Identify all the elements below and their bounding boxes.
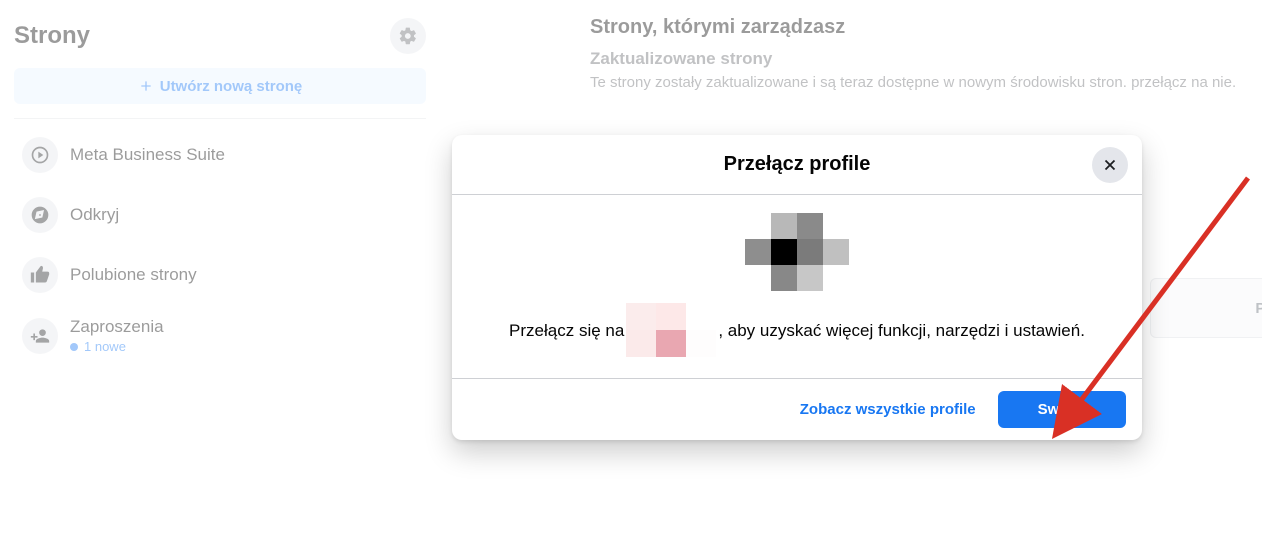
sidebar-item-label: Zaproszenia bbox=[70, 317, 164, 337]
compass-icon bbox=[22, 197, 58, 233]
sidebar-item-meta-business-suite[interactable]: Meta Business Suite bbox=[14, 127, 426, 183]
switch-profile-modal: Przełącz profile Przełącz się na bbox=[452, 135, 1142, 440]
sidebar-item-liked-pages[interactable]: Polubione strony bbox=[14, 247, 426, 303]
section-description: Te strony zostały zaktualizowane i są te… bbox=[590, 73, 1250, 93]
sidebar-item-sublabel: 1 nowe bbox=[70, 339, 164, 354]
modal-footer: Zobacz wszystkie profile Switch bbox=[452, 378, 1142, 440]
section-subtitle: Zaktualizowane strony bbox=[590, 49, 1262, 69]
notification-dot-icon bbox=[70, 343, 78, 351]
arrow-circle-icon bbox=[22, 137, 58, 173]
sidebar-item-label: Meta Business Suite bbox=[70, 145, 225, 165]
sidebar-item-invites[interactable]: Zaproszenia 1 nowe bbox=[14, 307, 426, 364]
sidebar-item-discover[interactable]: Odkryj bbox=[14, 187, 426, 243]
settings-button[interactable] bbox=[390, 18, 426, 54]
sidebar-item-label: Odkryj bbox=[70, 205, 119, 225]
switch-button[interactable]: Switch bbox=[998, 391, 1126, 428]
modal-description: Przełącz się na , aby uzyskać więcej fun… bbox=[509, 303, 1085, 358]
modal-header: Przełącz profile bbox=[452, 135, 1142, 195]
person-add-icon bbox=[22, 318, 58, 354]
promote-label: Promuj bbox=[1255, 300, 1262, 317]
modal-body: Przełącz się na , aby uzyskać więcej fun… bbox=[452, 195, 1142, 378]
sidebar-title: Strony bbox=[14, 22, 90, 50]
sidebar: Strony Utwórz nową stronę Meta Business … bbox=[0, 0, 440, 538]
promote-button[interactable]: Promuj bbox=[1150, 278, 1262, 338]
create-page-label: Utwórz nową stronę bbox=[160, 78, 303, 95]
close-icon bbox=[1101, 156, 1119, 174]
profile-image bbox=[745, 213, 849, 291]
modal-title: Przełącz profile bbox=[724, 153, 871, 176]
plus-icon bbox=[138, 78, 154, 94]
gear-icon bbox=[398, 26, 418, 46]
create-page-button[interactable]: Utwórz nową stronę bbox=[14, 68, 426, 104]
sidebar-item-label: Polubione strony bbox=[70, 265, 197, 285]
see-all-profiles-link[interactable]: Zobacz wszystkie profile bbox=[786, 391, 990, 428]
page-title: Strony, którymi zarządzasz bbox=[590, 16, 1262, 39]
main-content: Strony, którymi zarządzasz Zaktualizowan… bbox=[590, 16, 1262, 93]
divider bbox=[14, 118, 426, 119]
thumb-up-icon bbox=[22, 257, 58, 293]
close-button[interactable] bbox=[1092, 147, 1128, 183]
inline-profile-image bbox=[626, 303, 716, 358]
